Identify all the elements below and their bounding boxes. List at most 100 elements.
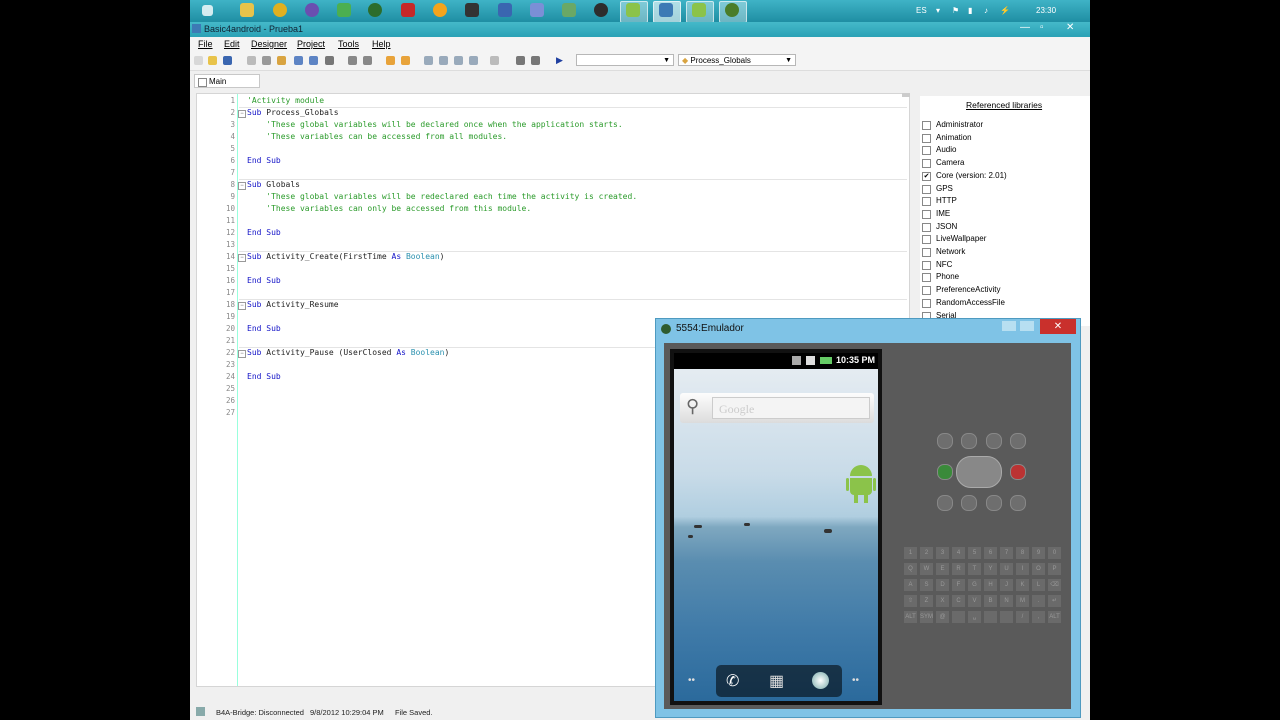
keyboard-key[interactable]: R	[952, 563, 965, 575]
keyboard-key[interactable]: L	[1032, 579, 1045, 591]
checkbox[interactable]	[922, 260, 931, 270]
keyboard-key[interactable]: ,	[1032, 611, 1045, 623]
code-line[interactable]: End Sub	[247, 228, 281, 237]
code-line[interactable]: 'These global variables will be redeclar…	[247, 192, 637, 201]
keyboard-key[interactable]: M	[1016, 595, 1029, 607]
checkbox[interactable]	[922, 286, 931, 296]
code-line[interactable]: Sub Activity_Create(FirstTime As Boolean…	[247, 252, 445, 261]
checkbox-checked[interactable]: ✔	[922, 171, 931, 181]
keyboard-key[interactable]: ␣	[968, 611, 981, 623]
tab-main[interactable]: Main	[194, 74, 260, 88]
keyboard-key[interactable]: E	[936, 563, 949, 575]
terminal-icon[interactable]	[465, 3, 479, 17]
keyboard-key[interactable]: ⌫	[1048, 579, 1061, 591]
keyboard-key[interactable]: 0	[1048, 547, 1061, 559]
keyboard-key[interactable]: B	[984, 595, 997, 607]
fold-toggle[interactable]: −	[238, 302, 246, 310]
keyboard-key[interactable]: P	[1048, 563, 1061, 575]
emulator-maximize-button[interactable]	[1020, 321, 1034, 331]
notes-icon[interactable]	[562, 3, 576, 17]
redo-icon[interactable]	[309, 56, 318, 65]
checkbox[interactable]	[922, 209, 931, 219]
keyboard-key[interactable]: 5	[968, 547, 981, 559]
volume-up-button[interactable]	[961, 495, 977, 511]
search-button[interactable]	[1010, 433, 1026, 449]
code-line[interactable]: Sub Activity_Pause (UserClosed As Boolea…	[247, 348, 449, 357]
run-icon[interactable]: ▶	[556, 55, 563, 66]
keyboard-key[interactable]: ⇧	[904, 595, 917, 607]
dots-left-icon[interactable]: ••	[688, 675, 695, 686]
menu-button[interactable]	[961, 433, 977, 449]
paste-icon[interactable]	[277, 56, 286, 65]
new-file-icon[interactable]	[194, 56, 203, 65]
google-search-widget[interactable]: ⚲ Google	[680, 393, 874, 423]
module-select[interactable]: ▼	[576, 54, 674, 66]
keyboard-key[interactable]: 7	[1000, 547, 1013, 559]
emulator-window[interactable]: 5554:Emulador ✕ 10:35 PM ⚲ Google ✆ ▦ ••…	[655, 318, 1081, 718]
keyboard-key[interactable]: J	[1000, 579, 1013, 591]
keyboard-key[interactable]: 8	[1016, 547, 1029, 559]
checkbox[interactable]	[922, 235, 931, 245]
keyboard-key[interactable]: C	[952, 595, 965, 607]
fold-toggle[interactable]: −	[238, 254, 246, 262]
emulator-close-button[interactable]: ✕	[1040, 319, 1076, 334]
flag-icon[interactable]: ⚑	[952, 6, 959, 15]
code-line[interactable]: 'These variables can be accessed from al…	[247, 132, 507, 141]
uncomment-icon[interactable]	[454, 56, 463, 65]
media-icon[interactable]	[305, 3, 319, 17]
close-button[interactable]: ✕	[1066, 22, 1074, 33]
keyboard-key[interactable]: F	[952, 579, 965, 591]
volume-down-button[interactable]	[937, 495, 953, 511]
flash-icon[interactable]	[401, 3, 415, 17]
keyboard-key[interactable]	[984, 611, 997, 623]
keyboard-key[interactable]: X	[936, 595, 949, 607]
step-icon[interactable]	[531, 56, 540, 65]
indent-icon[interactable]	[348, 56, 357, 65]
chrome-icon[interactable]	[273, 3, 287, 17]
steam-icon[interactable]	[594, 3, 608, 17]
open-icon[interactable]	[208, 56, 217, 65]
keyboard-key[interactable]: ALT	[1048, 611, 1061, 623]
checkbox[interactable]	[922, 121, 931, 130]
keyboard-key[interactable]: Z	[920, 595, 933, 607]
phone-screen[interactable]: 10:35 PM ⚲ Google ✆ ▦ •• ••	[674, 353, 878, 701]
android-robot-icon[interactable]	[846, 465, 876, 503]
home-button[interactable]	[937, 433, 953, 449]
bookmark-next-icon[interactable]	[401, 56, 410, 65]
comment-icon[interactable]	[439, 56, 448, 65]
menu-designer[interactable]: Designer	[251, 39, 287, 49]
code-line[interactable]: 'Activity module	[247, 96, 324, 105]
keyboard-key[interactable]: V	[968, 595, 981, 607]
word-icon[interactable]	[498, 3, 512, 17]
maximize-button[interactable]: ▫	[1040, 22, 1044, 33]
fold-toggle[interactable]: −	[238, 110, 246, 118]
keyboard-key[interactable]: ALT	[904, 611, 917, 623]
dpad[interactable]	[956, 456, 1002, 488]
menu-tools[interactable]: Tools	[338, 39, 359, 49]
keyboard-key[interactable]: I	[1016, 563, 1029, 575]
call-button[interactable]	[937, 464, 953, 480]
code-line[interactable]: 'These variables can only be accessed fr…	[247, 204, 531, 213]
menu-file[interactable]: File	[198, 39, 213, 49]
zoom-icon[interactable]	[469, 56, 478, 65]
google-search-input[interactable]: Google	[712, 397, 870, 419]
power-icon[interactable]: ⚡	[1000, 6, 1010, 15]
language-indicator[interactable]: ES	[916, 6, 927, 15]
outdent-icon[interactable]	[363, 56, 372, 65]
code-line[interactable]: Sub Process_Globals	[247, 108, 339, 117]
keyboard-key[interactable]: 2	[920, 547, 933, 559]
power-button[interactable]	[986, 495, 1002, 511]
sub-select[interactable]: ◆ Process_Globals ▼	[678, 54, 796, 66]
tray-arrow-icon[interactable]: ▾	[936, 6, 940, 15]
cut-icon[interactable]	[262, 56, 271, 65]
phone-dialer-icon[interactable]: ✆	[726, 671, 739, 691]
font-icon[interactable]	[490, 56, 499, 65]
find-icon[interactable]	[325, 56, 334, 65]
checkbox[interactable]	[922, 159, 931, 169]
save-icon[interactable]	[223, 56, 232, 65]
keyboard-key[interactable]: Q	[904, 563, 917, 575]
network-icon[interactable]: ▮	[968, 6, 972, 15]
keyboard-key[interactable]: 6	[984, 547, 997, 559]
code-line[interactable]: End Sub	[247, 156, 281, 165]
checkbox[interactable]	[922, 133, 931, 143]
